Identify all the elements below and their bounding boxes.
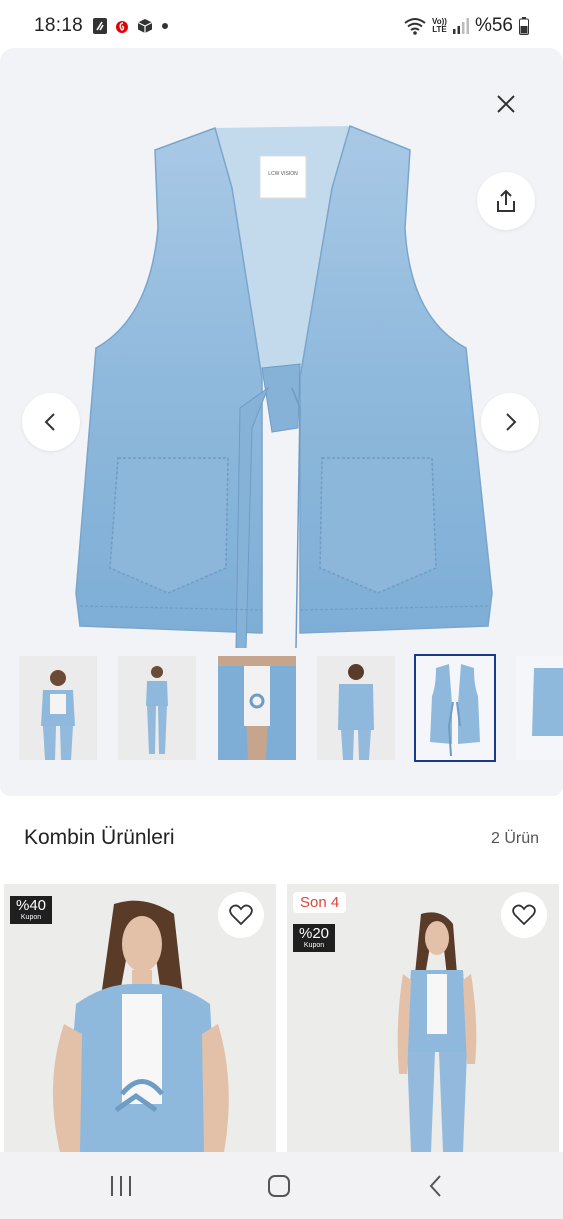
status-time: 18:18 [34,15,84,36]
combo-products-count: 2 Ürün [490,830,539,847]
back-button[interactable] [416,1168,456,1204]
product-card-1[interactable]: %40 Kupon [4,884,276,1152]
share-icon [497,189,515,212]
thumbnail-3[interactable] [218,656,296,760]
vest-back-thumbnail [516,656,563,760]
signal-icon [452,18,469,34]
chevron-right-icon [506,413,517,431]
model-photo-thumbnail [146,666,168,754]
product-gallery: LCW VISION [0,48,563,796]
volte-bottom-text: LTE [432,25,447,34]
system-navigation-bar [0,1152,563,1219]
recent-apps-icon [111,1176,131,1196]
vodafone-icon [116,21,129,33]
favorite-button[interactable] [218,892,264,938]
detail-photo-thumbnail [218,656,296,760]
status-left-icons [93,18,169,34]
share-button[interactable] [477,172,535,230]
chevron-left-icon [44,413,55,431]
dot-icon [162,23,169,29]
thumbnail-4[interactable] [317,656,395,760]
box-icon [137,19,153,33]
battery-icon [519,17,529,35]
coupon-label: Kupon [20,914,42,921]
heart-icon [229,904,253,926]
model-photo-thumbnail [41,670,75,760]
wifi-icon [404,18,426,35]
stock-badge: Son 4 [293,892,347,913]
coupon-percent: %40 [16,897,47,914]
coupon-percent: %20 [299,925,330,942]
battery-text: %56 [474,15,513,36]
model-back-thumbnail [338,664,374,760]
home-icon [268,1175,290,1197]
status-bar: 18:18 Vo)) LTE %56 [0,0,563,52]
heart-icon [512,904,536,926]
thumbnail-5[interactable] [414,654,496,762]
close-button[interactable] [486,84,526,124]
thumbnail-1[interactable] [19,656,97,760]
volte-icon: Vo)) LTE [432,18,447,34]
coupon-badge: %40 Kupon [10,896,53,924]
coupon-label: Kupon [303,942,325,949]
thumbnail-2[interactable] [118,656,196,760]
combo-products-title: Kombin Ürünleri [24,826,175,849]
denim-vest-image: LCW VISION [75,124,493,651]
vest-flat-thumbnail [430,664,480,757]
product-card-2[interactable]: Son 4 %20 Kupon [287,884,559,1152]
coupon-badge: %20 Kupon [293,924,336,952]
favorite-button[interactable] [501,892,547,938]
close-icon [497,95,515,113]
previous-image-button[interactable] [22,393,80,451]
main-product-image[interactable]: LCW VISION [0,48,563,651]
back-icon [429,1175,441,1197]
home-button[interactable] [259,1168,299,1204]
nfc-icon [93,18,108,34]
thumbnail-6[interactable] [516,656,563,760]
next-image-button[interactable] [481,393,539,451]
recent-apps-button[interactable] [101,1168,141,1204]
status-right: Vo)) LTE %56 [404,15,529,37]
thumbnail-strip [0,652,563,762]
product-label-text: LCW VISION [268,171,298,177]
combo-products-header: Kombin Ürünleri 2 Ürün [0,796,563,882]
